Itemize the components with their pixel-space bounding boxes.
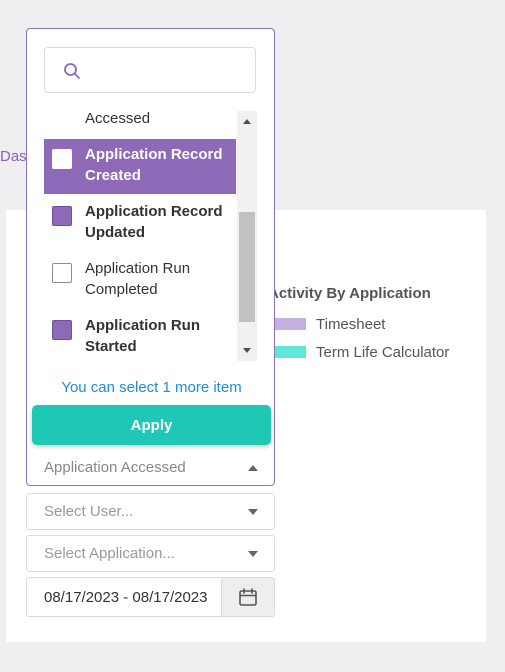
search-icon: [64, 63, 80, 79]
option-label: Application Record Updated: [85, 203, 223, 241]
checkbox[interactable]: [52, 263, 72, 283]
caret-up-icon[interactable]: [247, 463, 259, 473]
search-box[interactable]: [44, 47, 256, 93]
chart-title: Activity By Application: [268, 285, 431, 302]
legend-label: Term Life Calculator: [316, 343, 450, 361]
option-label: Accessed: [85, 111, 151, 127]
option-application-run-started[interactable]: Application Run Started: [44, 310, 236, 361]
checkbox[interactable]: [52, 149, 72, 169]
legend-label: Timesheet: [316, 315, 386, 333]
select-user-placeholder: Select User...: [44, 503, 134, 520]
scroll-down-arrow-icon[interactable]: [237, 341, 257, 361]
legend-swatch: [272, 346, 306, 358]
select-application[interactable]: Select Application...: [26, 535, 275, 572]
scroll-up-arrow-icon[interactable]: [237, 111, 257, 131]
date-range-value[interactable]: 08/17/2023 - 08/17/2023: [44, 589, 207, 606]
selected-event-type[interactable]: Application Accessed: [44, 459, 186, 476]
caret-down-icon: [248, 509, 258, 515]
checkbox[interactable]: [52, 320, 72, 340]
event-type-dropdown[interactable]: Accessed Application Record Created Appl…: [26, 28, 275, 486]
option-application-accessed[interactable]: Accessed: [44, 111, 236, 139]
apply-button[interactable]: Apply: [32, 405, 271, 445]
selection-limit-message: You can select 1 more item: [61, 379, 242, 396]
option-label: Application Run Completed: [85, 260, 191, 298]
option-application-run-completed[interactable]: Application Run Completed: [44, 253, 236, 308]
option-application-record-updated[interactable]: Application Record Updated: [44, 196, 236, 251]
select-user[interactable]: Select User...: [26, 493, 275, 530]
legend-item-timesheet[interactable]: Timesheet: [272, 315, 386, 333]
scroll-thumb[interactable]: [239, 212, 255, 322]
breadcrumb[interactable]: Das: [0, 148, 27, 165]
caret-down-icon: [248, 551, 258, 557]
option-list[interactable]: Accessed Application Record Created Appl…: [44, 111, 257, 361]
legend-swatch: [272, 318, 306, 330]
select-application-placeholder: Select Application...: [44, 545, 175, 562]
scrollbar[interactable]: [237, 111, 257, 361]
checkbox[interactable]: [52, 206, 72, 226]
legend-item-term-life-calculator[interactable]: Term Life Calculator: [272, 343, 450, 361]
calendar-icon: [239, 588, 257, 606]
option-label: Application Record Created: [85, 146, 223, 184]
date-range-picker[interactable]: 08/17/2023 - 08/17/2023: [26, 577, 275, 617]
calendar-button[interactable]: [221, 578, 274, 616]
option-application-record-created[interactable]: Application Record Created: [44, 139, 236, 194]
search-input[interactable]: [91, 54, 255, 88]
option-label: Application Run Started: [85, 317, 200, 355]
